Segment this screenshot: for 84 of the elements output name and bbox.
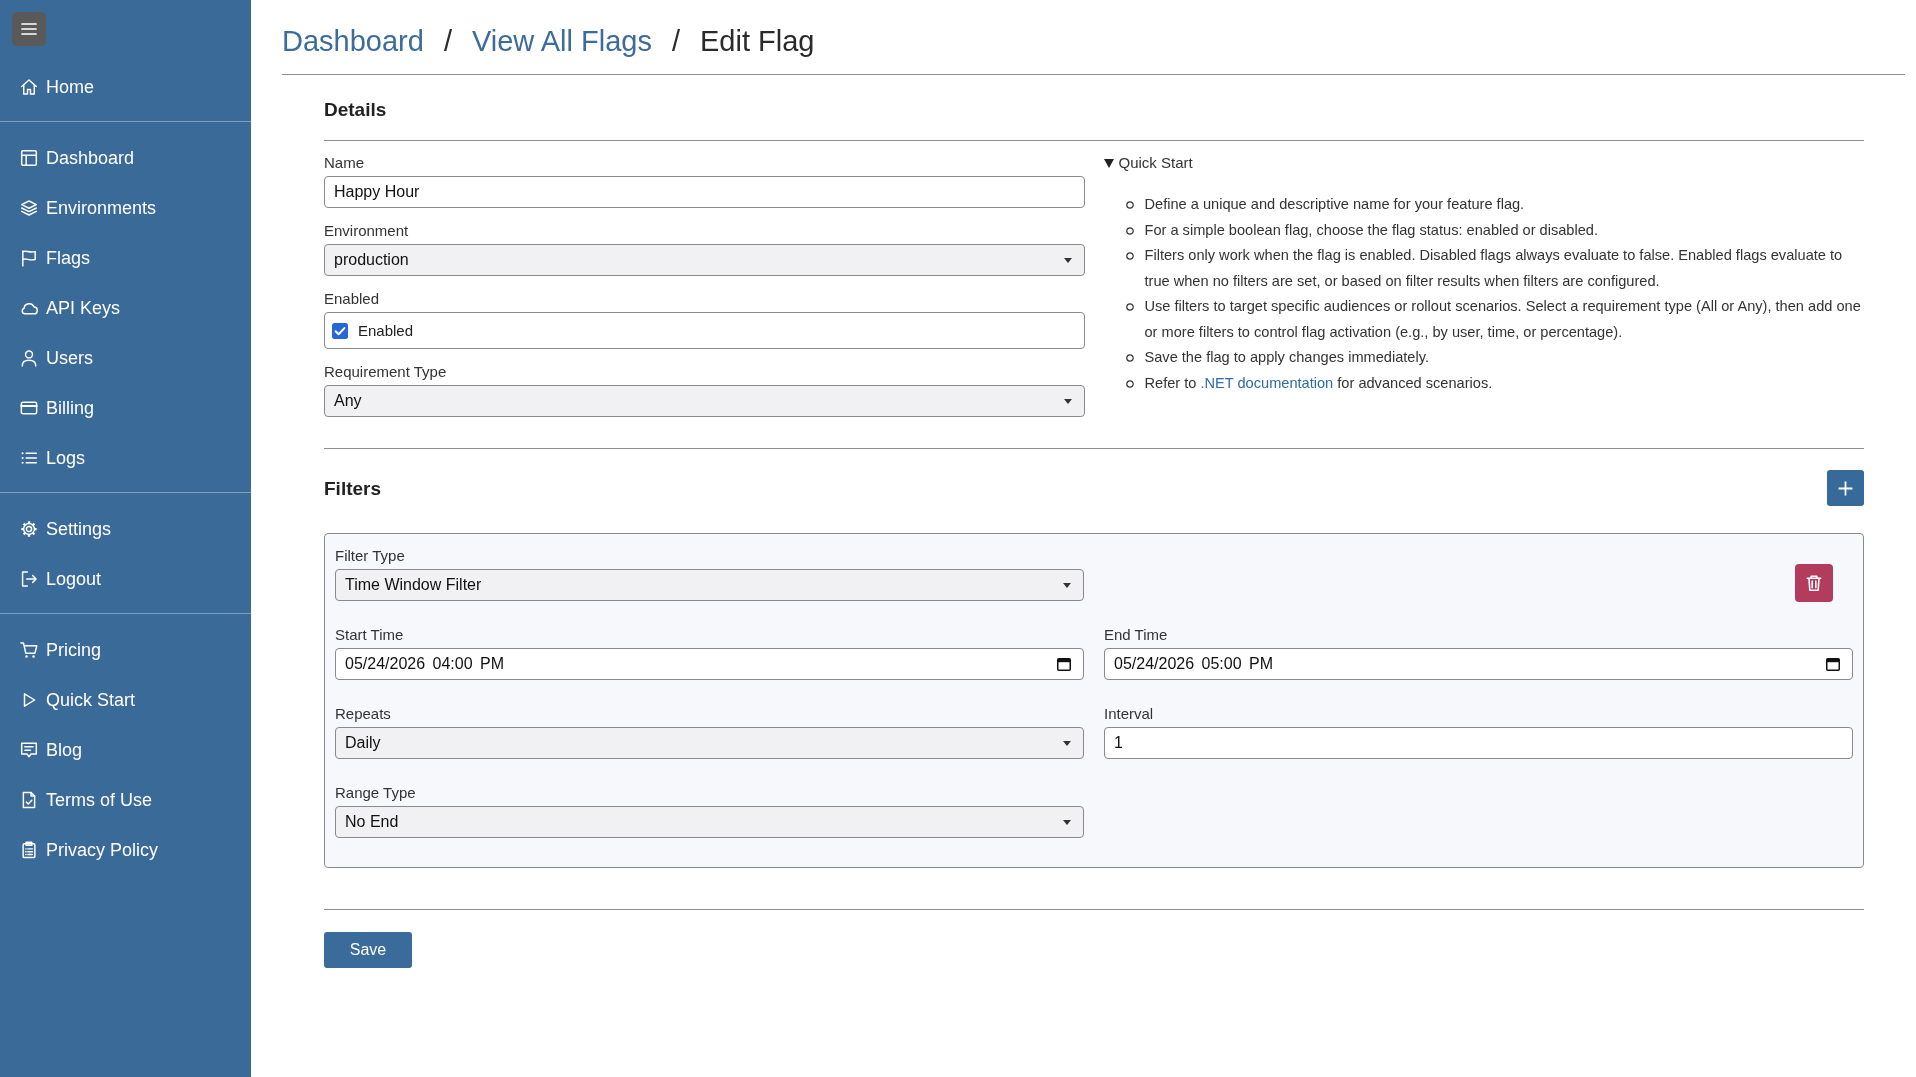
field-label: Environment: [324, 221, 410, 241]
bullet-icon: [1125, 252, 1134, 260]
section-heading: Details: [324, 98, 388, 121]
nav-link[interactable]: Privacy Policy: [0, 825, 251, 875]
checkbox[interactable]: [332, 322, 348, 339]
field-label: Requirement Type: [324, 362, 448, 382]
field-label: Enabled: [324, 289, 381, 309]
quick-start-toggle[interactable]: Quick Start: [1103, 153, 1864, 173]
section-heading: Filters: [324, 476, 382, 500]
nav-link[interactable]: Logs: [0, 433, 251, 483]
bullet-icon: [1125, 379, 1134, 388]
calendar-icon[interactable]: [1826, 657, 1840, 671]
dropdown[interactable]: Daily: [335, 727, 1084, 759]
dropdown[interactable]: production: [324, 244, 1085, 276]
field-label: Filter Type: [335, 546, 406, 566]
trash-icon: [1805, 574, 1823, 592]
quick-start-text: Use filters to target specific audiences or rollout scenarios. Select a requirement type (All or Any), then add one or more filters to control flag activation (e.g., by user, time, or percentage).: [1144, 297, 1862, 342]
field-label: End Time: [1104, 625, 1169, 645]
field-label: Interval: [1104, 704, 1155, 724]
dropdown[interactable]: Any: [324, 385, 1085, 417]
person-icon: [20, 349, 38, 367]
dropdown[interactable]: No End: [335, 806, 1084, 838]
bullet-icon: [1125, 201, 1134, 209]
quick-start-text: Filters only work when the flag is enabled. Disabled flags always evaluate to false. Enabled flags evaluate to true when no filters are set, or based on filter results when filters are configured.: [1144, 246, 1844, 291]
nav-link[interactable]: Users: [0, 333, 251, 383]
home-icon: [20, 78, 38, 96]
nav-link[interactable]: API Keys: [0, 283, 251, 333]
plus-icon: [1837, 479, 1854, 497]
card-icon: [20, 399, 38, 417]
text-input[interactable]: 1: [1104, 727, 1853, 759]
save-button[interactable]: Save: [324, 932, 412, 968]
breadcrumb-link[interactable]: Dashboard: [282, 24, 424, 59]
text-input[interactable]: Happy Hour: [324, 176, 1085, 208]
nav-link[interactable]: Home: [0, 62, 251, 112]
caret-icon: [1063, 582, 1071, 588]
quick-start-text: Define a unique and descriptive name for your feature flag.: [1144, 195, 1525, 214]
nav-link[interactable]: Settings: [0, 504, 251, 554]
add-filter-button[interactable]: [1827, 470, 1864, 506]
cart-icon: [20, 641, 38, 659]
quick-start-text: Save the flag to apply changes immediately.: [1144, 348, 1429, 367]
caret-icon: [1063, 257, 1072, 263]
delete-button[interactable]: [1795, 564, 1833, 602]
breadcrumb-separator: /: [671, 24, 680, 59]
documentation-link[interactable]: .NET documentation: [1200, 374, 1334, 391]
nav-link[interactable]: Dashboard: [0, 133, 251, 183]
caret-icon: [1063, 740, 1071, 746]
logout-icon: [20, 570, 38, 588]
field-label: Range Type: [335, 783, 417, 803]
nav-link[interactable]: Logout: [0, 554, 251, 604]
nav-link[interactable]: Pricing: [0, 625, 251, 675]
nav-link[interactable]: Quick Start: [0, 675, 251, 725]
breadcrumb-link[interactable]: View All Flags: [471, 24, 652, 59]
flag-icon: [20, 249, 38, 267]
bullet-icon: [1125, 226, 1134, 235]
chat-icon: [20, 741, 38, 759]
breadcrumb-current: Edit Flag: [700, 24, 815, 59]
date-time-input[interactable]: 05/24/2026 04:00 PM: [335, 648, 1084, 680]
nav-link[interactable]: Billing: [0, 383, 251, 433]
nav-link[interactable]: Terms of Use: [0, 775, 251, 825]
nav-link[interactable]: Environments: [0, 183, 251, 233]
menu-button[interactable]: [12, 12, 46, 46]
caret-icon: [1063, 819, 1071, 825]
clipboard-icon: [20, 841, 38, 859]
quick-start-text: Refer to .NET documentation for advanced scenarios.: [1144, 373, 1493, 393]
dropdown[interactable]: Time Window Filter: [335, 569, 1084, 601]
layout-icon: [20, 149, 38, 167]
field-label: Repeats: [335, 704, 392, 724]
quick-start-text: For a simple boolean flag, choose the flag status: enabled or disabled.: [1144, 220, 1598, 240]
layers-icon: [20, 199, 38, 217]
breadcrumb-separator: /: [443, 24, 452, 59]
caret-icon: [1063, 398, 1072, 404]
bullet-icon: [1125, 303, 1134, 311]
calendar-icon[interactable]: [1057, 657, 1071, 671]
date-time-input[interactable]: 05/24/2026 05:00 PM: [1104, 648, 1853, 680]
document-check-icon: [20, 791, 38, 809]
nav-link[interactable]: Blog: [0, 725, 251, 775]
checkbox-label[interactable]: Enabled: [358, 322, 414, 339]
field-label: Name: [324, 153, 365, 173]
menu-icon: [21, 22, 37, 36]
field-label: Start Time: [335, 625, 405, 645]
gear-icon: [20, 520, 38, 538]
list-icon: [20, 449, 38, 467]
nav-link[interactable]: Flags: [0, 233, 251, 283]
bullet-icon: [1125, 354, 1134, 362]
